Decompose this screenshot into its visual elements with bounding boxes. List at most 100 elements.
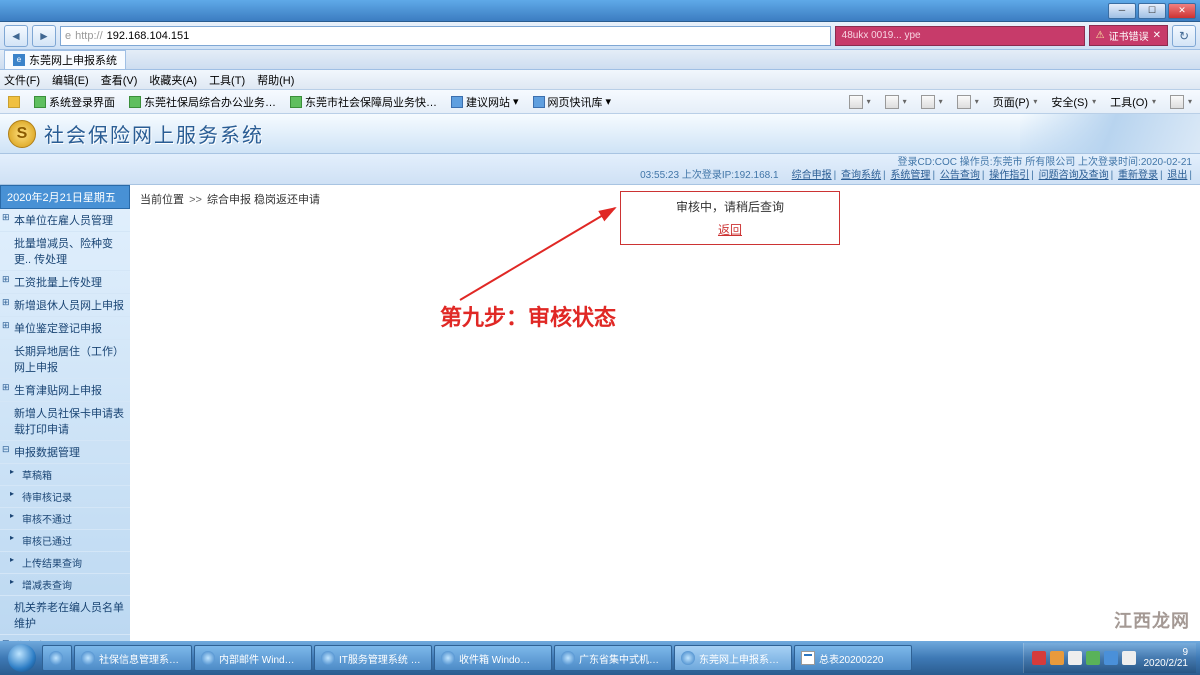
fav-link-shebao[interactable]: 东莞社保局综合办公业务… — [125, 93, 280, 111]
sidebar-item[interactable]: 申报数据管理 — [0, 441, 130, 464]
audit-status-message: 审核中，请稍后查询 — [621, 198, 839, 215]
sidebar-item[interactable]: 机关养老在编人员名单维护 — [0, 596, 130, 635]
login-info-strip: 登录CD:COC 操作员:东莞市 所有限公司 上次登录时间:2020-02-21… — [0, 154, 1200, 185]
mail-icon[interactable] — [917, 94, 947, 110]
tab-title: 东莞网上申报系统 — [29, 52, 117, 68]
titlebar-blur — [4, 3, 15, 19]
nav-zhsb[interactable]: 综合申报 — [792, 170, 832, 181]
content-area: 当前位置 >> 综合申报 稳岗返还申请 审核中，请稍后查询 返回 第九步：审核状… — [130, 185, 1200, 641]
fav-link-suggested[interactable]: 建议网站▾ — [447, 93, 523, 111]
document-tab-row: e 东莞网上申报系统 — [0, 50, 1200, 70]
help-icon[interactable] — [1166, 94, 1196, 110]
breadcrumb-path2: 稳岗返还申请 — [254, 194, 320, 206]
sidebar-item[interactable]: 批量增减员、险种变更.. 传处理 — [0, 232, 130, 271]
audit-status-box: 审核中，请稍后查询 返回 — [620, 191, 840, 245]
home-icon[interactable] — [845, 94, 875, 110]
menu-tools[interactable]: 工具(T) — [209, 72, 245, 88]
sidebar: 2020年2月21日星期五 本单位在雇人员管理批量增减员、险种变更.. 传处理工… — [0, 185, 130, 641]
back-link[interactable]: 返回 — [621, 221, 839, 238]
pinned-ie-icon[interactable] — [42, 645, 72, 671]
breadcrumb-path1[interactable]: 综合申报 — [207, 194, 251, 206]
tray-icon[interactable] — [1032, 651, 1046, 665]
menu-edit[interactable]: 编辑(E) — [52, 72, 89, 88]
sidebar-item[interactable]: 增减表查询 — [0, 574, 130, 596]
certificate-error-badge[interactable]: 证书错误✕ — [1089, 25, 1168, 46]
close-button[interactable]: ✕ — [1168, 3, 1196, 19]
toolbar-right: 页面(P) 安全(S) 工具(O) — [845, 93, 1196, 111]
forward-arrow-button[interactable]: ► — [32, 25, 56, 47]
ie-icon — [49, 651, 63, 665]
tray-icon[interactable] — [1068, 651, 1082, 665]
refresh-icon[interactable]: ↻ — [1172, 25, 1196, 47]
tray-icon[interactable] — [1086, 651, 1100, 665]
main-area: 2020年2月21日星期五 本单位在雇人员管理批量增减员、险种变更.. 传处理工… — [0, 185, 1200, 641]
system-tray: 9 2020/2/21 — [1023, 643, 1197, 673]
tray-icon[interactable] — [1050, 651, 1064, 665]
address-text: 192.168.104.151 — [107, 30, 190, 42]
nav-ggcx[interactable]: 公告查询 — [940, 170, 980, 181]
safety-menu[interactable]: 安全(S) — [1047, 93, 1100, 111]
ie-favicon-icon: e — [65, 30, 71, 42]
sidebar-item[interactable]: 新增退休人员网上申报 — [0, 294, 130, 317]
taskbar-item[interactable]: 广东省集中式机… — [554, 645, 672, 671]
minimize-button[interactable]: ─ — [1108, 3, 1136, 19]
document-tab[interactable]: e 东莞网上申报系统 — [4, 50, 126, 69]
favorites-star-icon[interactable] — [4, 95, 24, 109]
nav-relogin[interactable]: 重新登录 — [1118, 170, 1158, 181]
address-tail-blur: 48ukx 0019... ype — [835, 26, 1085, 46]
fav-link-shebaoju[interactable]: 东莞市社会保障局业务快… — [286, 93, 441, 111]
taskbar-item[interactable]: 社保信息管理系… — [74, 645, 192, 671]
fav-link-webslices[interactable]: 网页快讯库▾ — [529, 93, 616, 111]
window-titlebar: ─ ☐ ✕ — [0, 0, 1200, 22]
sidebar-item[interactable]: 上传结果查询 — [0, 552, 130, 574]
taskbar-item[interactable]: 收件箱 Windo… — [434, 645, 552, 671]
tray-volume-icon[interactable] — [1122, 651, 1136, 665]
sidebar-item[interactable]: 长期异地居住（工作）网上申报 — [0, 340, 130, 379]
sidebar-item[interactable]: 新增人员社保卡申请表 载打印申请 — [0, 402, 130, 441]
header-decoration — [1020, 114, 1200, 153]
print-icon[interactable] — [953, 94, 983, 110]
ie-icon — [321, 651, 335, 665]
window-buttons: ─ ☐ ✕ — [1108, 3, 1196, 19]
nav-cxxt[interactable]: 查询系统 — [841, 170, 881, 181]
app-logo-icon: S — [8, 120, 36, 148]
nav-exit[interactable]: 退出 — [1167, 170, 1187, 181]
sidebar-item[interactable]: 审核已通过 — [0, 530, 130, 552]
watermark-text: 江西龙网 — [1114, 607, 1190, 633]
nav-xtgl[interactable]: 系统管理 — [890, 170, 930, 181]
taskbar-clock[interactable]: 9 2020/2/21 — [1144, 647, 1189, 669]
fav-link-login[interactable]: 系统登录界面 — [30, 93, 119, 111]
address-bar: ◄ ► e http:// 192.168.104.151 48ukx 0019… — [0, 22, 1200, 50]
nav-czzy[interactable]: 操作指引 — [989, 170, 1029, 181]
sidebar-item[interactable]: 生育津贴网上申报 — [0, 379, 130, 402]
start-button[interactable] — [4, 643, 40, 673]
taskbar-item[interactable]: IT服务管理系统 … — [314, 645, 432, 671]
address-input[interactable]: e http:// 192.168.104.151 — [60, 26, 831, 46]
sidebar-item[interactable]: 待审核记录 — [0, 486, 130, 508]
sidebar-item[interactable]: 草稿箱 — [0, 464, 130, 486]
menu-file[interactable]: 文件(F) — [4, 72, 40, 88]
app-header: S 社会保险网上服务系统 — [0, 114, 1200, 154]
ie-icon — [201, 651, 215, 665]
feeds-icon[interactable] — [881, 94, 911, 110]
tray-icon[interactable] — [1104, 651, 1118, 665]
maximize-button[interactable]: ☐ — [1138, 3, 1166, 19]
sidebar-item[interactable]: 工资批量上传处理 — [0, 271, 130, 294]
nav-wtzx[interactable]: 问题咨询及查询 — [1039, 170, 1109, 181]
menu-help[interactable]: 帮助(H) — [257, 72, 294, 88]
menu-favorites[interactable]: 收藏夹(A) — [149, 72, 197, 88]
taskbar-item[interactable]: 东莞网上申报系… — [674, 645, 792, 671]
taskbar-item[interactable]: 总表20200220 — [794, 645, 912, 671]
sidebar-item[interactable]: 单位鉴定登记申报 — [0, 317, 130, 340]
page-menu[interactable]: 页面(P) — [989, 93, 1042, 111]
login-info-line1: 登录CD:COC 操作员:东莞市 所有限公司 上次登录时间:2020-02-21 — [8, 156, 1192, 169]
menu-view[interactable]: 查看(V) — [101, 72, 138, 88]
tools-menu[interactable]: 工具(O) — [1106, 93, 1160, 111]
favorites-toolbar: 系统登录界面 东莞社保局综合办公业务… 东莞市社会保障局业务快… 建议网站▾ 网… — [0, 90, 1200, 114]
sidebar-item[interactable]: 本单位在雇人员管理 — [0, 209, 130, 232]
taskbar-item[interactable]: 内部邮件 Wind… — [194, 645, 312, 671]
sidebar-item[interactable]: 审核不通过 — [0, 508, 130, 530]
back-arrow-button[interactable]: ◄ — [4, 25, 28, 47]
login-info-line2: 03:55:23 上次登录IP:192.168.1 — [640, 170, 778, 181]
app-title: 社会保险网上服务系统 — [44, 119, 264, 148]
